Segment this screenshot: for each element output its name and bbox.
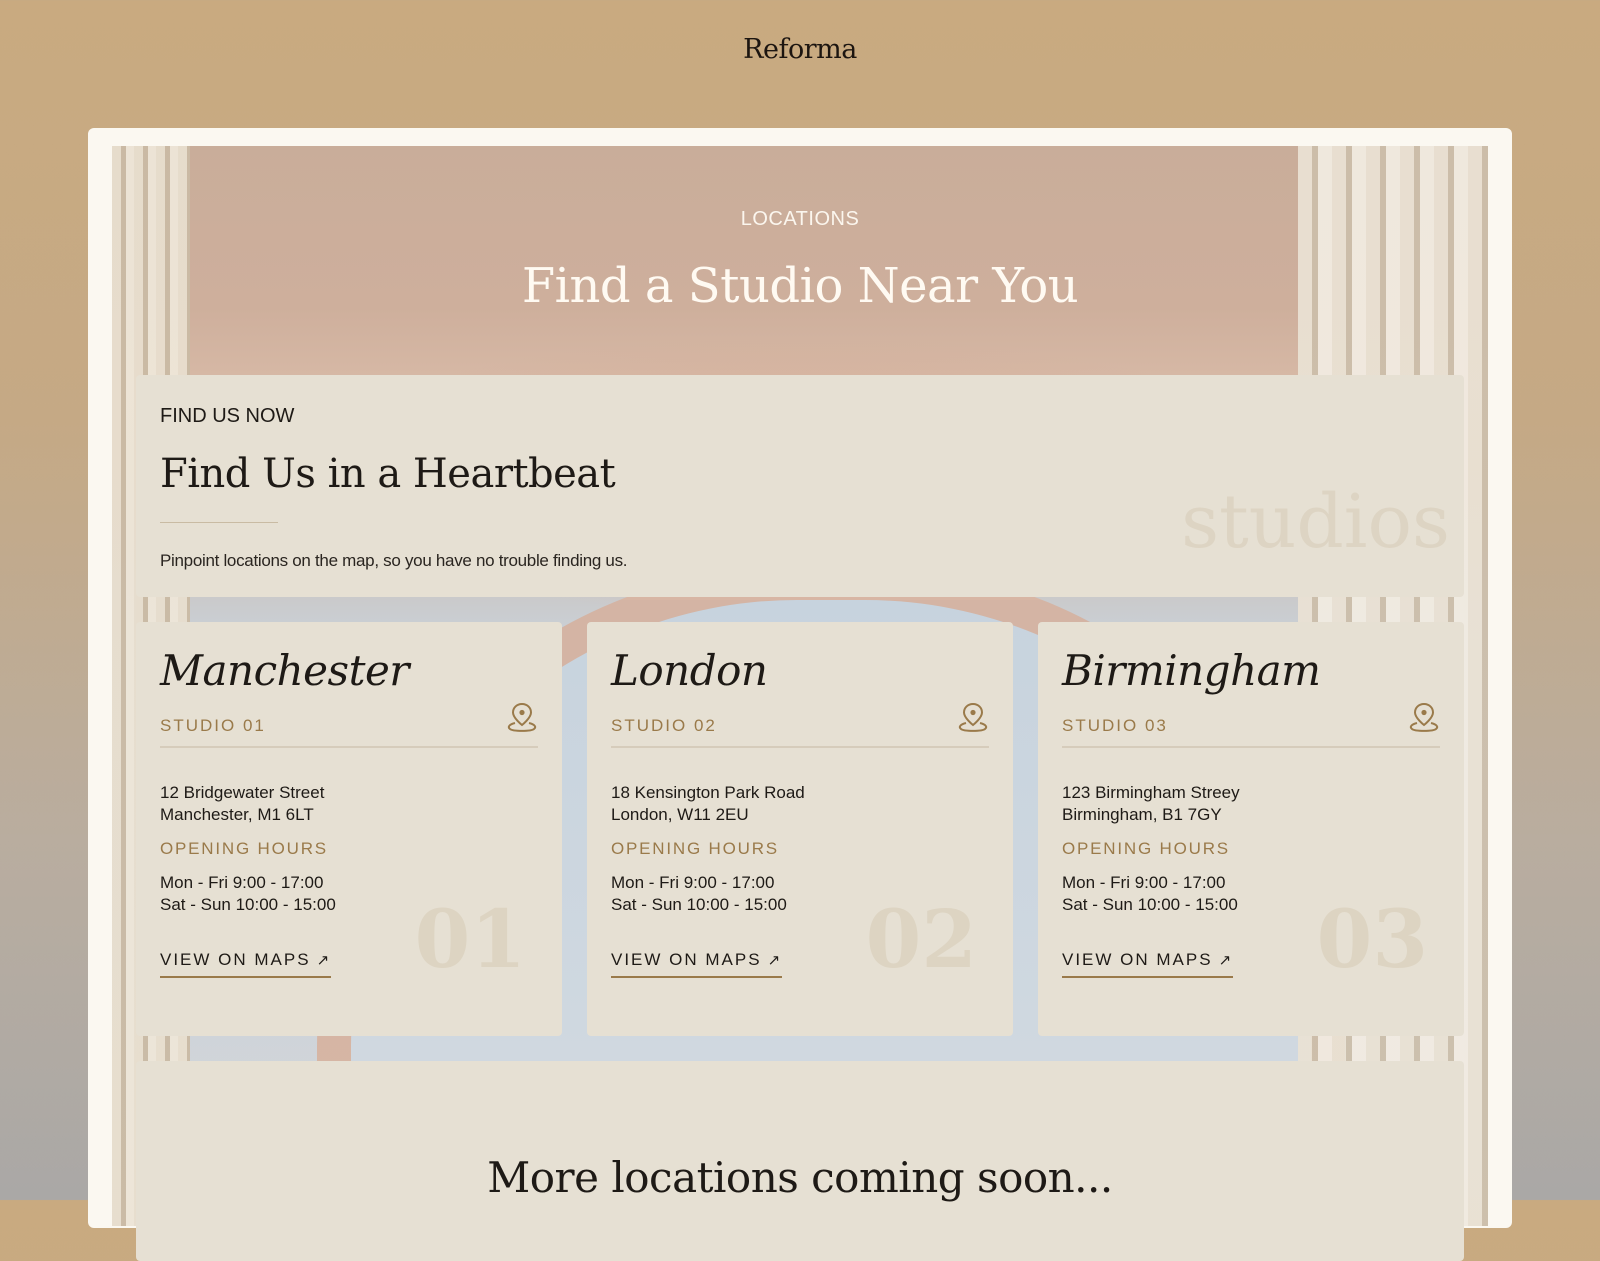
hours-line: Sat - Sun 10:00 - 15:00 [1062, 895, 1238, 914]
link-label: VIEW ON MAPS [160, 950, 311, 969]
opening-hours-label: OPENING HOURS [1062, 839, 1230, 858]
hours-line: Mon - Fri 9:00 - 17:00 [611, 873, 775, 892]
studio-address: 123 Birmingham Streey Birmingham, B1 7GY [1062, 782, 1240, 826]
intro-title: Find Us in a Heartbeat [160, 451, 616, 497]
card-divider [160, 746, 538, 748]
studio-number-watermark: 02 [865, 892, 977, 986]
opening-hours: Mon - Fri 9:00 - 17:00 Sat - Sun 10:00 -… [160, 872, 336, 916]
studio-address: 18 Kensington Park Road London, W11 2EU [611, 782, 805, 826]
card-divider [1062, 746, 1440, 748]
view-on-maps-link[interactable]: VIEW ON MAPS ↗ [160, 950, 332, 978]
studio-address: 12 Bridgewater Street Manchester, M1 6LT [160, 782, 324, 826]
studio-number-watermark: 01 [414, 892, 526, 986]
hours-line: Sat - Sun 10:00 - 15:00 [160, 895, 336, 914]
address-line: Birmingham, B1 7GY [1062, 805, 1222, 824]
opening-hours-label: OPENING HOURS [160, 839, 328, 858]
intro-card: FIND US NOW Find Us in a Heartbeat Pinpo… [136, 375, 1464, 597]
studio-label: STUDIO 03 [1062, 716, 1168, 735]
opening-hours: Mon - Fri 9:00 - 17:00 Sat - Sun 10:00 -… [1062, 872, 1238, 916]
studio-city: London [611, 646, 768, 695]
address-line: Manchester, M1 6LT [160, 805, 314, 824]
hero-eyebrow: LOCATIONS [740, 208, 860, 230]
brand-logo[interactable]: Reforma [0, 34, 1600, 65]
address-line: 12 Bridgewater Street [160, 783, 325, 802]
studio-card-manchester: Manchester STUDIO 01 12 Bridgewater Stre… [136, 622, 562, 1036]
more-locations-card: More locations coming soon... [136, 1061, 1464, 1261]
studio-card-london: London STUDIO 02 18 Kensington Park Road… [587, 622, 1013, 1036]
opening-hours-label: OPENING HOURS [611, 839, 779, 858]
studio-label: STUDIO 01 [160, 716, 266, 735]
map-pin-icon[interactable] [955, 700, 991, 736]
card-divider [611, 746, 989, 748]
address-line: 123 Birmingham Streey [1062, 783, 1240, 802]
map-pin-icon[interactable] [1406, 700, 1442, 736]
hours-line: Sat - Sun 10:00 - 15:00 [611, 895, 787, 914]
arrow-up-right-icon: ↗ [316, 952, 332, 969]
studio-city: Birmingham [1062, 646, 1321, 695]
link-label: VIEW ON MAPS [611, 950, 762, 969]
intro-divider [160, 522, 278, 523]
arrow-up-right-icon: ↗ [1218, 952, 1234, 969]
studio-number-watermark: 03 [1316, 892, 1428, 986]
studio-city: Manchester [160, 646, 409, 695]
intro-eyebrow: FIND US NOW [160, 405, 295, 427]
hours-line: Mon - Fri 9:00 - 17:00 [160, 873, 324, 892]
address-line: 18 Kensington Park Road [611, 783, 805, 802]
view-on-maps-link[interactable]: VIEW ON MAPS ↗ [611, 950, 783, 978]
opening-hours: Mon - Fri 9:00 - 17:00 Sat - Sun 10:00 -… [611, 872, 787, 916]
intro-text: Pinpoint locations on the map, so you ha… [160, 551, 628, 570]
hero-title: Find a Studio Near You [521, 258, 1079, 314]
intro-watermark: studios [1181, 479, 1450, 565]
view-on-maps-link[interactable]: VIEW ON MAPS ↗ [1062, 950, 1234, 978]
studio-label: STUDIO 02 [611, 716, 717, 735]
map-pin-icon[interactable] [504, 700, 540, 736]
address-line: London, W11 2EU [611, 805, 749, 824]
arrow-up-right-icon: ↗ [767, 952, 783, 969]
more-locations-title: More locations coming soon... [487, 1153, 1113, 1202]
studio-card-birmingham: Birmingham STUDIO 03 123 Birmingham Stre… [1038, 622, 1464, 1036]
hours-line: Mon - Fri 9:00 - 17:00 [1062, 873, 1226, 892]
link-label: VIEW ON MAPS [1062, 950, 1213, 969]
